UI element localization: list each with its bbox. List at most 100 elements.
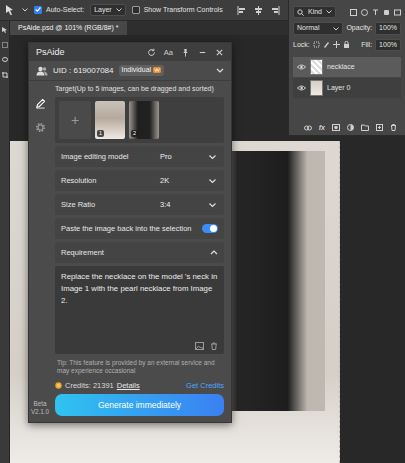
opacity-value: 100% xyxy=(379,24,397,32)
target-image[interactable]: 2 xyxy=(129,101,159,139)
pixel-filter-icon[interactable] xyxy=(350,9,357,16)
chevron-down-icon xyxy=(333,27,339,31)
credits-row: Credits: 21391 Details Get Credits xyxy=(55,380,224,391)
setting-select[interactable]: 2K xyxy=(158,175,218,186)
select-value: 2K xyxy=(160,176,169,185)
smart-object-filter-icon[interactable] xyxy=(394,9,401,16)
transform-controls-checkbox[interactable] xyxy=(132,6,140,14)
toggle-knob xyxy=(210,225,217,232)
setting-select[interactable]: Pro xyxy=(158,151,218,162)
setting-toggle[interactable] xyxy=(202,224,218,233)
folder-icon[interactable] xyxy=(361,124,369,131)
type-filter-icon[interactable] xyxy=(372,9,379,16)
close-icon[interactable] xyxy=(215,48,224,57)
crop-tool-icon[interactable] xyxy=(2,72,8,78)
generate-button[interactable]: Generate immediately xyxy=(55,394,224,416)
dropdown-value: Layer xyxy=(94,6,112,14)
lock-position-icon[interactable] xyxy=(333,41,340,48)
minimize-icon[interactable] xyxy=(198,48,207,57)
trash-icon[interactable] xyxy=(390,124,397,131)
lock-paint-icon[interactable] xyxy=(323,41,330,48)
setting-label: Size Ratio xyxy=(61,200,95,209)
align-buttons xyxy=(237,6,280,15)
user-id: UID : 619007084 xyxy=(53,66,114,76)
panel-header[interactable]: PsAide Aa xyxy=(29,43,231,61)
target-images: + 12 xyxy=(55,97,224,143)
tip-text: Tip: This feature is provided by an exte… xyxy=(55,357,224,377)
layers-panel: Kind Normal Opacity: 100% Lock: xyxy=(288,0,405,136)
setting-label: Resolution xyxy=(61,176,96,185)
trash-icon[interactable] xyxy=(210,342,218,350)
font-size-button[interactable]: Aa xyxy=(164,48,173,57)
eye-icon xyxy=(297,85,306,91)
setting-row: Size Ratio 3:4 xyxy=(55,194,224,215)
chevron-down-icon xyxy=(209,155,216,159)
layer-filter-dropdown[interactable]: Kind xyxy=(293,6,336,18)
sidebar-tool[interactable] xyxy=(32,119,48,135)
lock-pixels-icon[interactable] xyxy=(313,41,320,48)
toolbar xyxy=(0,21,10,463)
psaide-panel: PsAide Aa UID : 619007084 Individual xyxy=(28,42,232,423)
layer-list: necklace Layer 0 xyxy=(293,57,401,98)
chevron-icon[interactable] xyxy=(210,250,218,255)
chevron-down-icon xyxy=(326,10,332,14)
adjustment-layer-icon[interactable] xyxy=(347,124,354,131)
opacity-field[interactable]: 100% xyxy=(375,22,401,34)
eye-icon xyxy=(297,64,306,70)
blend-mode-dropdown[interactable]: Normal xyxy=(293,22,343,34)
document-tab[interactable]: PsAide.psd @ 101% (RGB/8#) * xyxy=(10,21,127,35)
pin-icon[interactable] xyxy=(181,48,190,57)
select-value: 3:4 xyxy=(160,200,170,209)
refresh-icon[interactable] xyxy=(147,48,156,57)
chevron-down-icon[interactable] xyxy=(22,8,28,12)
lasso-tool-icon[interactable] xyxy=(2,57,8,63)
chevron-down-icon[interactable] xyxy=(216,68,224,73)
image-icon[interactable] xyxy=(195,342,204,350)
setting-row: Paste the image back into the selection xyxy=(55,218,224,239)
auto-select-label: Auto-Select: xyxy=(46,6,84,14)
fill-value: 100% xyxy=(379,41,397,49)
auto-select-checkbox[interactable] xyxy=(34,6,42,14)
move-tool-icon[interactable] xyxy=(4,4,16,16)
move-tool-icon[interactable] xyxy=(2,27,8,33)
account-row[interactable]: UID : 619007084 Individual xyxy=(29,61,231,81)
sidebar-tool[interactable] xyxy=(32,95,48,111)
panel-title: PsAide xyxy=(36,47,65,58)
select-value: Pro xyxy=(160,152,172,161)
tool-icon-holder xyxy=(35,122,46,133)
add-image-button[interactable]: + xyxy=(59,101,91,139)
mask-icon[interactable] xyxy=(332,124,340,131)
requirement-input[interactable]: Replace the necklace on the model 's nec… xyxy=(55,266,224,354)
visibility-toggle[interactable] xyxy=(296,85,306,91)
details-link[interactable]: Details xyxy=(117,381,140,390)
lock-all-icon[interactable] xyxy=(343,41,350,48)
align-left-icon[interactable] xyxy=(237,6,246,15)
marquee-tool-icon[interactable] xyxy=(2,42,8,48)
pencil-icon xyxy=(35,98,46,109)
setting-select[interactable]: 3:4 xyxy=(158,199,218,210)
fill-field[interactable]: 100% xyxy=(375,39,401,51)
users-icon xyxy=(36,66,48,76)
layer-row[interactable]: Layer 0 xyxy=(293,78,401,98)
layer-name: Layer 0 xyxy=(327,84,350,92)
layer-row[interactable]: necklace xyxy=(293,57,401,77)
setting-label: Paste the image back into the selection xyxy=(61,224,192,233)
align-right-icon[interactable] xyxy=(271,6,280,15)
target-image[interactable]: 1 xyxy=(95,101,125,139)
auto-select-option[interactable]: Auto-Select: xyxy=(34,6,84,14)
align-center-icon[interactable] xyxy=(254,6,263,15)
chevron-down-icon xyxy=(209,203,216,207)
visibility-toggle[interactable] xyxy=(296,64,306,70)
transform-controls-option[interactable]: Show Transform Controls xyxy=(132,6,223,14)
image-number: 2 xyxy=(131,130,138,137)
adjustment-filter-icon[interactable] xyxy=(361,9,368,16)
chevron-down-icon xyxy=(209,179,216,183)
photoshop-window: Auto-Select: Layer Show Transform Contro… xyxy=(0,0,405,463)
get-credits-link[interactable]: Get Credits xyxy=(186,381,224,390)
new-layer-icon[interactable] xyxy=(376,124,383,131)
layer-style-button[interactable]: fx xyxy=(319,124,325,132)
requirement-header[interactable]: Requirement xyxy=(55,242,224,263)
shape-filter-icon[interactable] xyxy=(383,9,390,16)
link-icon[interactable] xyxy=(304,125,312,131)
auto-select-target-dropdown[interactable]: Layer xyxy=(90,4,126,16)
